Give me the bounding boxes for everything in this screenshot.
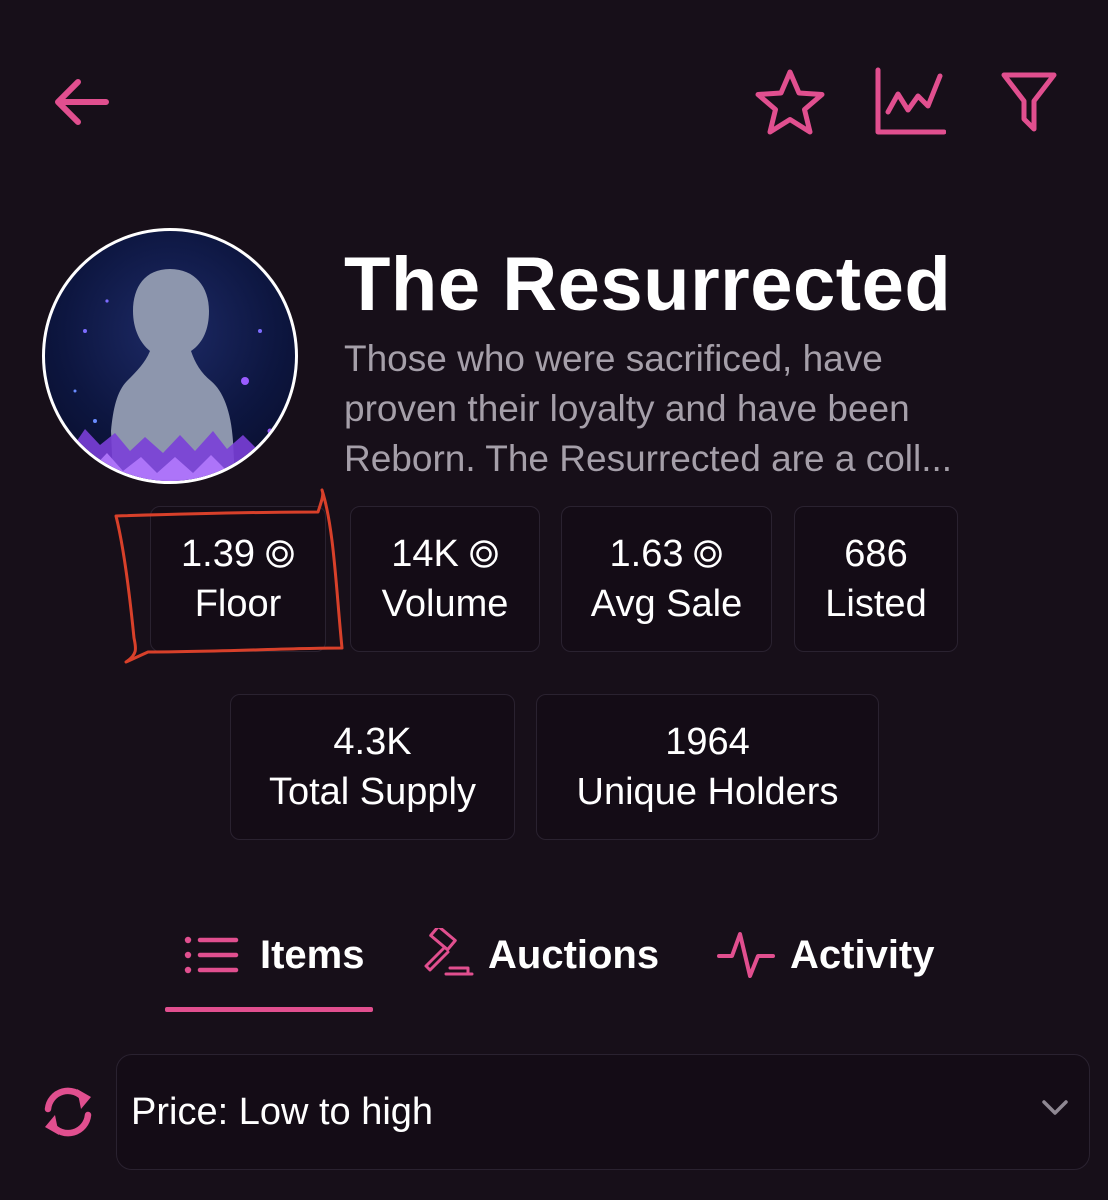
gavel-icon: [424, 928, 474, 976]
stat-value: 686: [844, 533, 908, 575]
stat-label: Unique Holders: [576, 771, 839, 813]
stat-floor: 1.39 Floor: [150, 506, 326, 652]
sol-icon: [694, 540, 723, 568]
stat-label: Listed: [825, 583, 927, 625]
refresh-icon: [44, 1087, 92, 1137]
sol-icon: [470, 540, 498, 568]
stat-total-supply: 4.3K Total Supply: [230, 694, 515, 840]
chevron-down-icon: [1042, 1100, 1068, 1115]
collection-avatar: [42, 228, 298, 484]
back-button[interactable]: [44, 66, 116, 138]
tab-activity[interactable]: Activity: [716, 920, 935, 990]
collection-description: Those who were sacrificed, have proven t…: [344, 334, 1064, 484]
stat-label: Total Supply: [268, 771, 476, 813]
chart-button[interactable]: [868, 62, 950, 140]
stat-value: 14K: [391, 533, 459, 575]
stat-value: 1964: [665, 721, 750, 763]
stat-avg-sale: 1.63 Avg Sale: [561, 506, 772, 652]
star-icon: [755, 69, 825, 135]
pulse-icon: [717, 932, 775, 978]
filter-button[interactable]: [994, 64, 1064, 140]
stat-value: 4.3K: [333, 721, 412, 763]
stat-volume: 14K Volume: [350, 506, 540, 652]
tab-label: Activity: [790, 932, 935, 977]
list-icon: [184, 936, 239, 974]
sort-dropdown[interactable]: Price: Low to high: [116, 1054, 1090, 1170]
description-line: Reborn. The Resurrected are a coll...: [344, 438, 953, 479]
stat-listed: 686 Listed: [794, 506, 958, 652]
collection-title: The Resurrected: [344, 242, 952, 327]
stat-value: 1.63: [609, 533, 684, 575]
stat-label: Volume: [381, 583, 509, 625]
stat-label: Avg Sale: [590, 583, 743, 625]
favorite-button[interactable]: [752, 64, 828, 140]
refresh-button[interactable]: [36, 1080, 100, 1144]
description-line: Those who were sacrificed, have: [344, 338, 883, 379]
tab-items[interactable]: Items: [182, 920, 365, 990]
tab-label: Auctions: [488, 932, 660, 977]
sort-selected-value: Price: Low to high: [131, 1091, 434, 1133]
tab-auctions[interactable]: Auctions: [420, 920, 659, 990]
stat-label: Floor: [194, 583, 282, 625]
arrow-left-icon: [55, 79, 109, 125]
stat-value: 1.39: [181, 533, 255, 575]
sol-icon: [266, 540, 294, 568]
line-chart-icon: [875, 67, 946, 135]
tab-label: Items: [260, 932, 365, 977]
filter-icon: [1001, 72, 1057, 132]
description-line: proven their loyalty and have been: [344, 388, 910, 429]
stat-unique-holders: 1964 Unique Holders: [536, 694, 879, 840]
active-tab-indicator: [165, 1007, 373, 1012]
